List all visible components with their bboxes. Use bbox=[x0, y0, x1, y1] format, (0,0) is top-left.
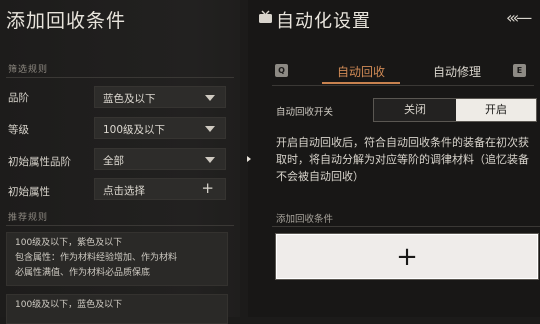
chevron-down-icon bbox=[205, 126, 215, 132]
chevron-down-icon bbox=[205, 157, 215, 163]
initial-attr-label: 初始属性 bbox=[8, 186, 50, 198]
grade-value: 蓝色及以下 bbox=[103, 93, 156, 105]
toggle-on-option[interactable]: 开启 bbox=[456, 99, 536, 121]
initial-attr-grade-label: 初始属性品阶 bbox=[8, 156, 71, 168]
divider bbox=[272, 85, 534, 86]
double-chevron-left-icon[interactable]: «‹— bbox=[506, 8, 532, 27]
cursor-arrow-icon bbox=[247, 156, 251, 162]
initial-attr-grade-dropdown[interactable]: 全部 bbox=[94, 148, 226, 170]
rule-line: 包含属性：作为材料经验增加、作为材料 bbox=[15, 253, 178, 263]
level-value: 100级及以下 bbox=[103, 124, 166, 136]
filter-rules-heading: 筛选规则 bbox=[8, 65, 49, 75]
rule-line: 必属性满值、作为材料必品质保底 bbox=[15, 268, 151, 278]
initial-attr-selector[interactable]: 点击选择 + bbox=[94, 178, 226, 200]
auto-recycle-toggle[interactable]: 关闭 开启 bbox=[373, 98, 537, 122]
divider bbox=[272, 226, 540, 227]
tab-auto-repair[interactable]: 自动修理 bbox=[418, 60, 496, 84]
panel-title: 添加回收条件 bbox=[6, 10, 127, 32]
level-label: 等级 bbox=[8, 124, 29, 136]
auto-recycle-switch-label: 自动回收开关 bbox=[276, 107, 334, 118]
level-dropdown[interactable]: 100级及以下 bbox=[94, 117, 226, 139]
auto-recycle-description: 开启自动回收后，符合自动回收条件的装备在初次获取时，将自动分解为对应等阶的调律材… bbox=[276, 136, 529, 183]
recommended-rule-card[interactable]: 100级及以下，紫色及以下 包含属性：作为材料经验增加、作为材料 必属性满值、作… bbox=[6, 232, 228, 286]
key-hint-q: Q bbox=[275, 64, 288, 77]
settings-title: 自动化设置 bbox=[276, 11, 371, 32]
grade-label: 品阶 bbox=[8, 92, 29, 104]
tv-icon bbox=[259, 10, 272, 23]
add-condition-heading: 添加回收条件 bbox=[276, 214, 334, 225]
initial-attr-placeholder: 点击选择 bbox=[103, 185, 145, 197]
initial-attr-grade-value: 全部 bbox=[103, 155, 124, 167]
rule-line: 100级及以下，紫色及以下 bbox=[15, 238, 123, 248]
tab-auto-recycle[interactable]: 自动回收 bbox=[322, 60, 400, 84]
key-hint-e: E bbox=[513, 64, 526, 77]
toggle-off-option[interactable]: 关闭 bbox=[374, 99, 456, 121]
plus-icon: + bbox=[396, 242, 418, 272]
divider bbox=[6, 77, 234, 78]
add-condition-button[interactable]: + bbox=[276, 234, 538, 279]
divider bbox=[6, 225, 234, 226]
rule-line: 100级及以下，蓝色及以下 bbox=[15, 300, 123, 310]
recommended-rules-heading: 推荐规则 bbox=[8, 213, 49, 223]
plus-icon: + bbox=[201, 179, 214, 197]
chevron-down-icon bbox=[205, 95, 215, 101]
recommended-rule-card[interactable]: 100级及以下，蓝色及以下 bbox=[6, 294, 228, 324]
grade-dropdown[interactable]: 蓝色及以下 bbox=[94, 86, 226, 108]
